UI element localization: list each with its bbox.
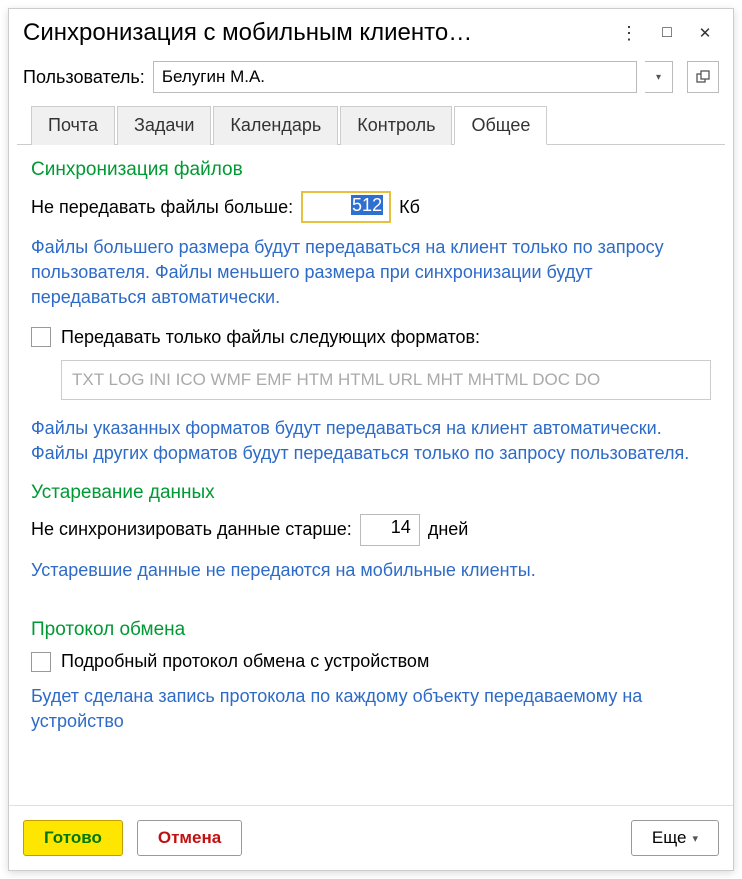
more-button[interactable]: Еще [631, 820, 719, 856]
cancel-button[interactable]: Отмена [137, 820, 242, 856]
tabs: Почта Задачи Календарь Контроль Общее [17, 105, 725, 145]
file-sync-title: Синхронизация файлов [31, 159, 711, 181]
days-unit: дней [428, 519, 469, 540]
data-aging-title: Устаревание данных [31, 482, 711, 504]
user-label: Пользователь: [23, 67, 145, 88]
file-size-unit: Кб [399, 197, 420, 218]
formats-hint: Файлы указанных форматов будут передават… [31, 416, 711, 466]
user-popup-button[interactable] [687, 61, 719, 93]
tab-tasks[interactable]: Задачи [117, 106, 211, 145]
titlebar-controls [609, 25, 719, 41]
dialog-window: Синхронизация с мобильным клиенто… Польз… [8, 8, 734, 871]
formats-input[interactable]: TXT LOG INI ICO WMF EMF HTM HTML URL MHT… [61, 360, 711, 400]
menu-icon[interactable] [621, 25, 637, 41]
popup-icon [696, 70, 710, 84]
days-row: Не синхронизировать данные старше: 14 дн… [31, 514, 711, 546]
user-row: Пользователь: Белугин М.А. ▾ [9, 53, 733, 105]
window-title: Синхронизация с мобильным клиенто… [23, 19, 609, 47]
file-size-row: Не передавать файлы больше: 512 Кб [31, 191, 711, 223]
file-size-label: Не передавать файлы больше: [31, 197, 293, 218]
protocol-title: Протокол обмена [31, 619, 711, 641]
formats-checkbox[interactable] [31, 327, 51, 347]
maximize-icon[interactable] [659, 25, 675, 41]
verbose-checkbox-label: Подробный протокол обмена с устройством [61, 651, 429, 672]
tab-control[interactable]: Контроль [340, 106, 452, 145]
ok-button[interactable]: Готово [23, 820, 123, 856]
verbose-checkbox-row: Подробный протокол обмена с устройством [31, 651, 711, 672]
user-dropdown-button[interactable]: ▾ [645, 61, 673, 93]
formats-checkbox-row: Передавать только файлы следующих формат… [31, 327, 711, 348]
file-size-input[interactable]: 512 [301, 191, 391, 223]
verbose-hint: Будет сделана запись протокола по каждом… [31, 684, 711, 734]
footer: Готово Отмена Еще [9, 805, 733, 870]
content-area: Синхронизация файлов Не передавать файлы… [9, 145, 733, 805]
tab-calendar[interactable]: Календарь [213, 106, 338, 145]
titlebar: Синхронизация с мобильным клиенто… [9, 9, 733, 53]
user-select-value: Белугин М.А. [162, 67, 265, 87]
formats-placeholder: TXT LOG INI ICO WMF EMF HTM HTML URL MHT… [72, 370, 600, 390]
days-input[interactable]: 14 [360, 514, 420, 546]
close-icon[interactable] [697, 25, 713, 41]
user-select[interactable]: Белугин М.А. [153, 61, 637, 93]
days-label: Не синхронизировать данные старше: [31, 519, 352, 540]
tab-general[interactable]: Общее [454, 106, 547, 145]
formats-checkbox-label: Передавать только файлы следующих формат… [61, 327, 480, 348]
file-size-hint: Файлы большего размера будут передаватьс… [31, 235, 711, 311]
days-hint: Устаревшие данные не передаются на мобил… [31, 558, 711, 583]
tab-mail[interactable]: Почта [31, 106, 115, 145]
verbose-checkbox[interactable] [31, 652, 51, 672]
